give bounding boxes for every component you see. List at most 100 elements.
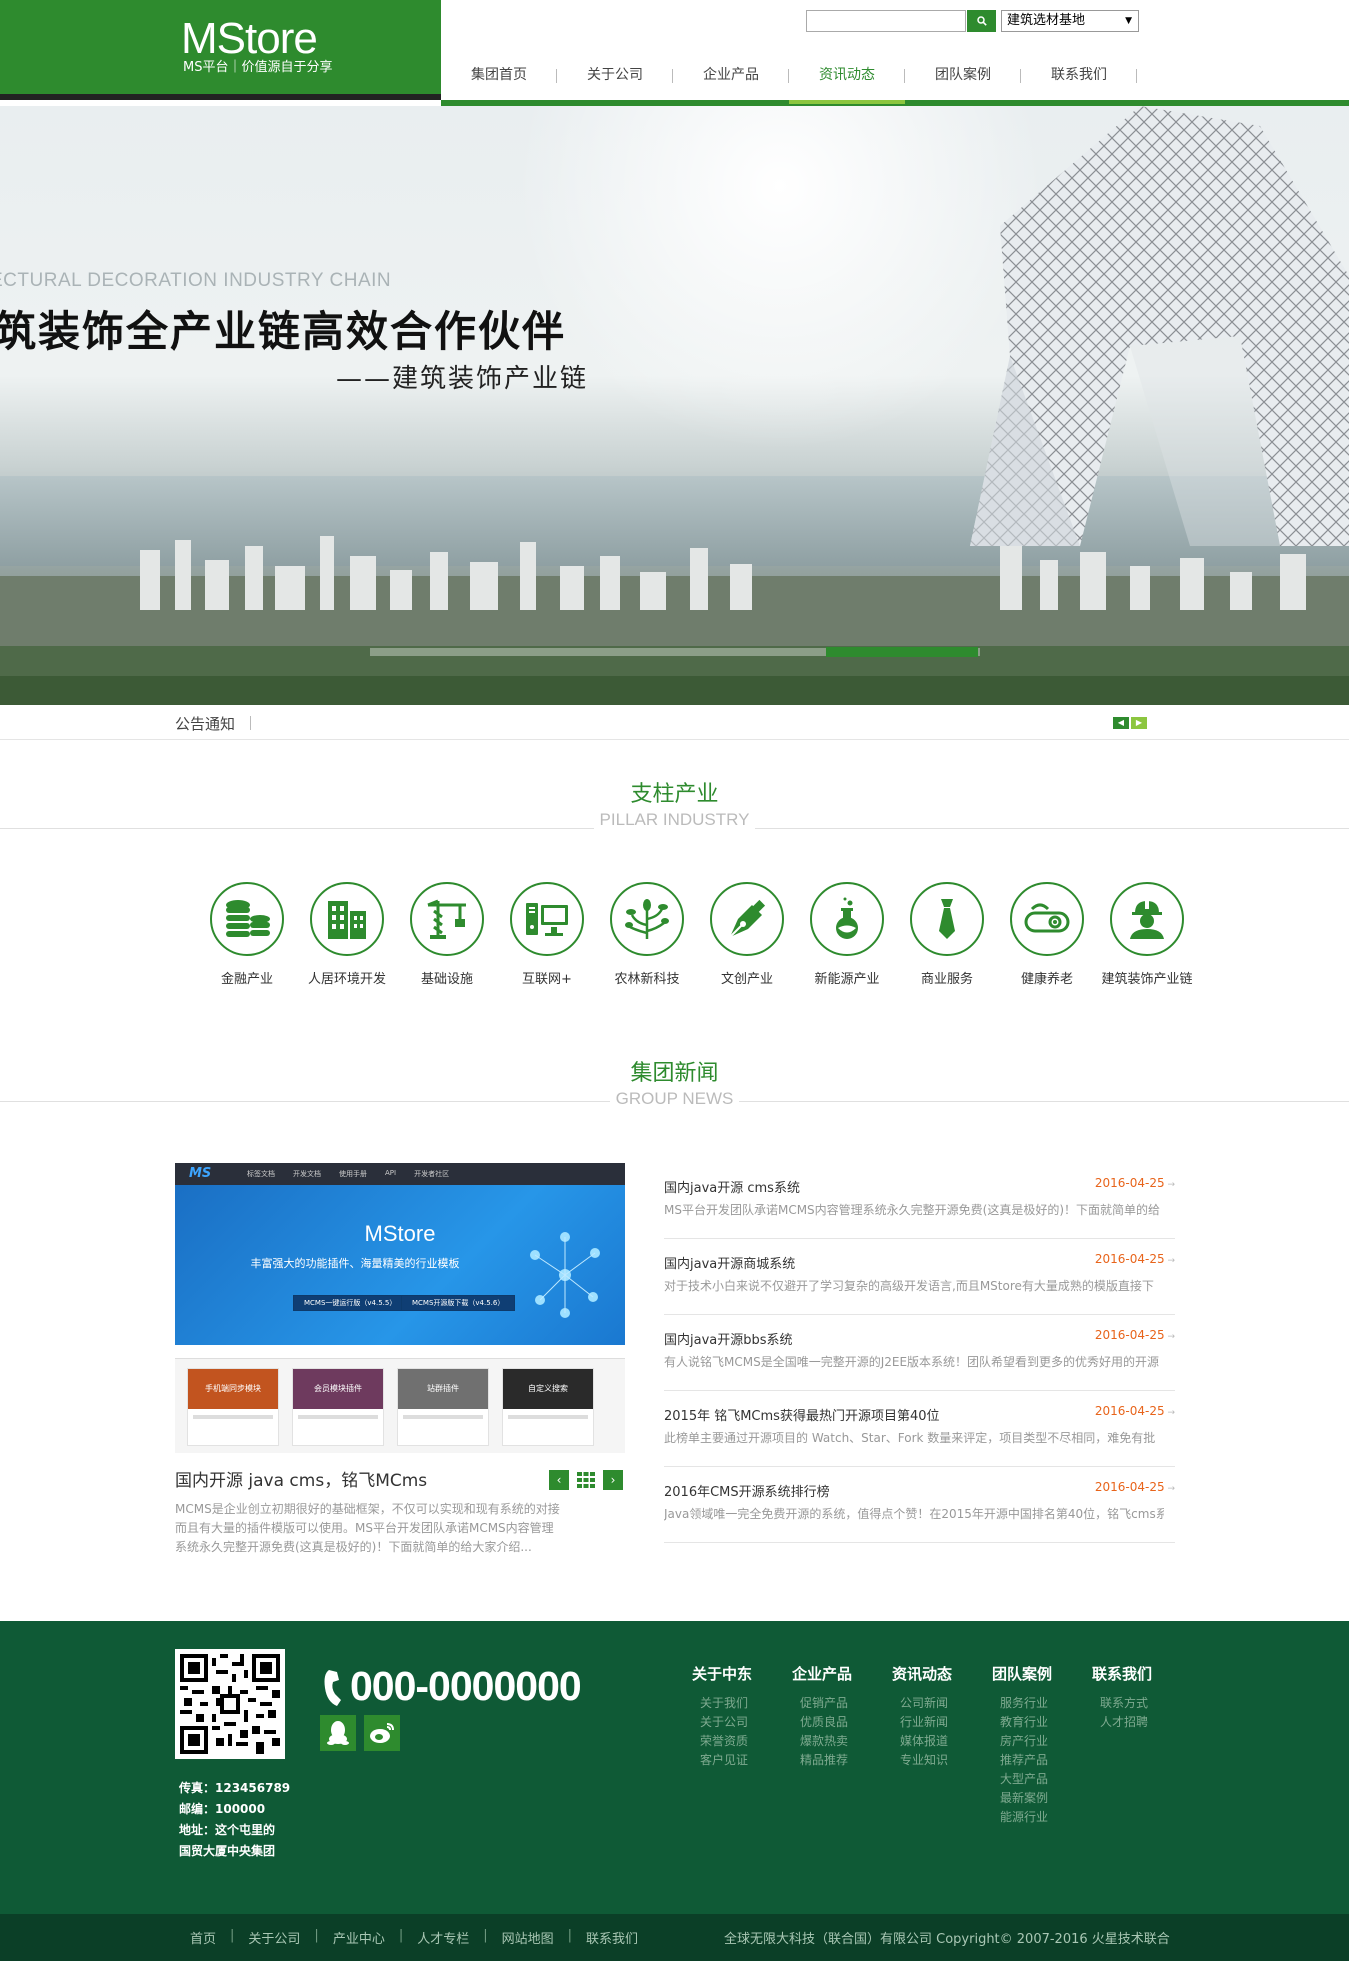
nav-item-home[interactable]: 集团首页 bbox=[441, 54, 557, 100]
footer-link[interactable]: 爆款热卖 bbox=[792, 1732, 892, 1751]
footer-link[interactable]: 推荐产品 bbox=[992, 1751, 1092, 1770]
nav-label: 集团首页 bbox=[471, 67, 527, 83]
screenshot-logo: MS bbox=[189, 1166, 212, 1181]
weibo-icon[interactable] bbox=[364, 1715, 400, 1751]
bottom-bar: 首页 | 关于公司 | 产业中心 | 人才专栏 | 网站地图 | 联系我们 全球无限大科技… bbox=[0, 1914, 1349, 1961]
screenshot-card: 站群插件 bbox=[397, 1368, 489, 1446]
news-item-date: 2016-04-25 bbox=[1095, 1404, 1175, 1418]
footer-link[interactable]: 关于公司 bbox=[692, 1713, 792, 1732]
news-item-title: 2015年 铭飞MCms获得最热门开源项目第40位 bbox=[664, 1409, 940, 1424]
nav-item-about[interactable]: 关于公司 bbox=[557, 54, 673, 100]
footer-column-title[interactable]: 企业产品 bbox=[792, 1663, 892, 1684]
industry-item[interactable]: 商业服务 bbox=[897, 882, 997, 987]
industry-item[interactable]: 人居环境开发 bbox=[297, 882, 397, 987]
screenshot-strip bbox=[175, 1345, 625, 1359]
qr-code-icon bbox=[180, 1654, 280, 1754]
news-list-item[interactable]: 国内java开源bbs系统 2016-04-25 有人说铭飞MCMS是全国唯一完… bbox=[664, 1315, 1175, 1391]
footer-link[interactable]: 服务行业 bbox=[992, 1694, 1092, 1713]
industry-label: 农林新科技 bbox=[614, 972, 680, 987]
nav-item-cases[interactable]: 团队案例 bbox=[905, 54, 1021, 100]
featured-news-title[interactable]: 国内开源 java cms，铭飞MCms bbox=[175, 1466, 427, 1491]
footer-link[interactable]: 客户见证 bbox=[692, 1751, 792, 1770]
prev-arrow-icon[interactable]: ‹ bbox=[549, 1470, 569, 1490]
bottom-link[interactable]: 联系我们 bbox=[586, 1928, 638, 1947]
footer-link[interactable]: 优质良品 bbox=[792, 1713, 892, 1732]
site-footer: 000-0000000 传真：123456789 邮编：100000 地址：这个… bbox=[0, 1621, 1349, 1914]
footer-columns: 关于中东 关于我们 关于公司 荣誉资质 客户见证 企业产品 促销产品 优质良品 … bbox=[692, 1663, 1192, 1827]
screenshot-card-title: 手机端同步模块 bbox=[188, 1369, 278, 1409]
industry-item[interactable]: 新能源产业 bbox=[797, 882, 897, 987]
footer-link[interactable]: 人才招聘 bbox=[1092, 1713, 1192, 1732]
industry-label: 基础设施 bbox=[420, 972, 473, 987]
news-list-item[interactable]: 国内java开源 cms系统 2016-04-25 MS平台开发团队承诺MCMS… bbox=[664, 1163, 1175, 1239]
search-button[interactable] bbox=[967, 10, 996, 32]
industry-icon-circle bbox=[810, 882, 884, 956]
qq-icon[interactable] bbox=[320, 1715, 356, 1751]
news-item-title: 2016年CMS开源系统排行榜 bbox=[664, 1485, 830, 1500]
next-arrow-icon[interactable]: › bbox=[603, 1470, 623, 1490]
prev-arrow-icon[interactable]: ◀ bbox=[1113, 717, 1129, 729]
bottom-link[interactable]: 产业中心 bbox=[333, 1928, 385, 1947]
logo[interactable]: MStore MS平台｜价值源自于分享 bbox=[0, 0, 441, 100]
footer-link[interactable]: 关于我们 bbox=[692, 1694, 792, 1713]
nav-item-contact[interactable]: 联系我们 bbox=[1021, 54, 1137, 100]
footer-column: 企业产品 促销产品 优质良品 爆款热卖 精品推荐 bbox=[792, 1663, 892, 1827]
footer-link[interactable]: 专业知识 bbox=[892, 1751, 992, 1770]
footer-link[interactable]: 能源行业 bbox=[992, 1808, 1092, 1827]
screenshot-button: MCMS开源版下载（v4.5.6） bbox=[401, 1295, 516, 1311]
notice-label: 公告通知 bbox=[175, 715, 236, 733]
footer-link[interactable]: 大型产品 bbox=[992, 1770, 1092, 1789]
footer-link[interactable]: 教育行业 bbox=[992, 1713, 1092, 1732]
footer-link[interactable]: 公司新闻 bbox=[892, 1694, 992, 1713]
slider-active-indicator[interactable] bbox=[826, 647, 978, 657]
bottom-link[interactable]: 关于公司 bbox=[248, 1928, 300, 1947]
bottom-links: 首页 | 关于公司 | 产业中心 | 人才专栏 | 网站地图 | 联系我们 bbox=[190, 1928, 639, 1947]
news-item-summary: 对于技术小白来说不仅避开了学习复杂的高级开发语言,而且MStore有大量成熟的模… bbox=[664, 1279, 1154, 1293]
search-input[interactable] bbox=[806, 10, 966, 32]
industry-item[interactable]: 农林新科技 bbox=[597, 882, 697, 987]
industry-item[interactable]: 互联网+ bbox=[497, 882, 597, 987]
news-list-item[interactable]: 2016年CMS开源系统排行榜 2016-04-25 Java领域唯一完全免费开… bbox=[664, 1467, 1175, 1543]
industry-label: 文创产业 bbox=[720, 972, 773, 987]
footer-column-title[interactable]: 团队案例 bbox=[992, 1663, 1092, 1684]
nav-item-products[interactable]: 企业产品 bbox=[673, 54, 789, 100]
footer-address: 地址：这个屯里的 bbox=[179, 1823, 276, 1837]
news-list-item[interactable]: 2015年 铭飞MCms获得最热门开源项目第40位 2016-04-25 此榜单… bbox=[664, 1391, 1175, 1467]
industry-item[interactable]: 文创产业 bbox=[697, 882, 797, 987]
footer-link[interactable]: 精品推荐 bbox=[792, 1751, 892, 1770]
footer-link[interactable]: 行业新闻 bbox=[892, 1713, 992, 1732]
news-title-cn: 集团新闻 bbox=[630, 1061, 719, 1086]
footer-column-title[interactable]: 关于中东 bbox=[692, 1663, 792, 1684]
bottom-link[interactable]: 网站地图 bbox=[502, 1928, 554, 1947]
grid-icon[interactable] bbox=[576, 1470, 596, 1490]
industry-item[interactable]: 金融产业 bbox=[197, 882, 297, 987]
nav-label: 资讯动态 bbox=[819, 67, 875, 83]
notice-arrows: ◀ ▶ bbox=[1113, 717, 1147, 729]
pillar-section-title: 支柱产业 PILLAR INDUSTRY bbox=[0, 776, 1349, 830]
logo-subtitle: MS平台｜价值源自于分享 bbox=[183, 60, 333, 75]
bottom-link[interactable]: 人才专栏 bbox=[417, 1928, 469, 1947]
footer-link[interactable]: 媒体报道 bbox=[892, 1732, 992, 1751]
footer-postcode: 邮编：100000 bbox=[179, 1802, 266, 1816]
footer-link[interactable]: 房产行业 bbox=[992, 1732, 1092, 1751]
footer-link[interactable]: 最新案例 bbox=[992, 1789, 1092, 1808]
industry-item[interactable]: 建筑装饰产业链 bbox=[1097, 882, 1197, 987]
footer-column-title[interactable]: 联系我们 bbox=[1092, 1663, 1192, 1684]
category-select[interactable]: 建筑选材基地 ▼ bbox=[1001, 10, 1139, 32]
industry-item[interactable]: 基础设施 bbox=[397, 882, 497, 987]
featured-news-image[interactable]: MS 标签文档 开发文档 使用手册 API 开发者社区 MStore 丰富强大的… bbox=[175, 1163, 625, 1453]
footer-link[interactable]: 联系方式 bbox=[1092, 1694, 1192, 1713]
news-list-item[interactable]: 国内java开源商城系统 2016-04-25 对于技术小白来说不仅避开了学习复… bbox=[664, 1239, 1175, 1315]
footer-address: 国贸大厦中央集团 bbox=[179, 1844, 276, 1858]
industry-item[interactable]: 健康养老 bbox=[997, 882, 1097, 987]
footer-link[interactable]: 荣誉资质 bbox=[692, 1732, 792, 1751]
footer-link[interactable]: 促销产品 bbox=[792, 1694, 892, 1713]
screenshot-topbar: MS 标签文档 开发文档 使用手册 API 开发者社区 bbox=[175, 1163, 625, 1185]
next-arrow-icon[interactable]: ▶ bbox=[1131, 717, 1147, 729]
footer-column-title[interactable]: 资讯动态 bbox=[892, 1663, 992, 1684]
nav-item-news[interactable]: 资讯动态 bbox=[789, 54, 905, 104]
bottom-link[interactable]: 首页 bbox=[190, 1928, 216, 1947]
notice-divider bbox=[250, 716, 251, 730]
screenshot-menu-item: 使用手册 bbox=[339, 1170, 367, 1178]
screenshot-card: 自定义搜索 bbox=[502, 1368, 594, 1446]
